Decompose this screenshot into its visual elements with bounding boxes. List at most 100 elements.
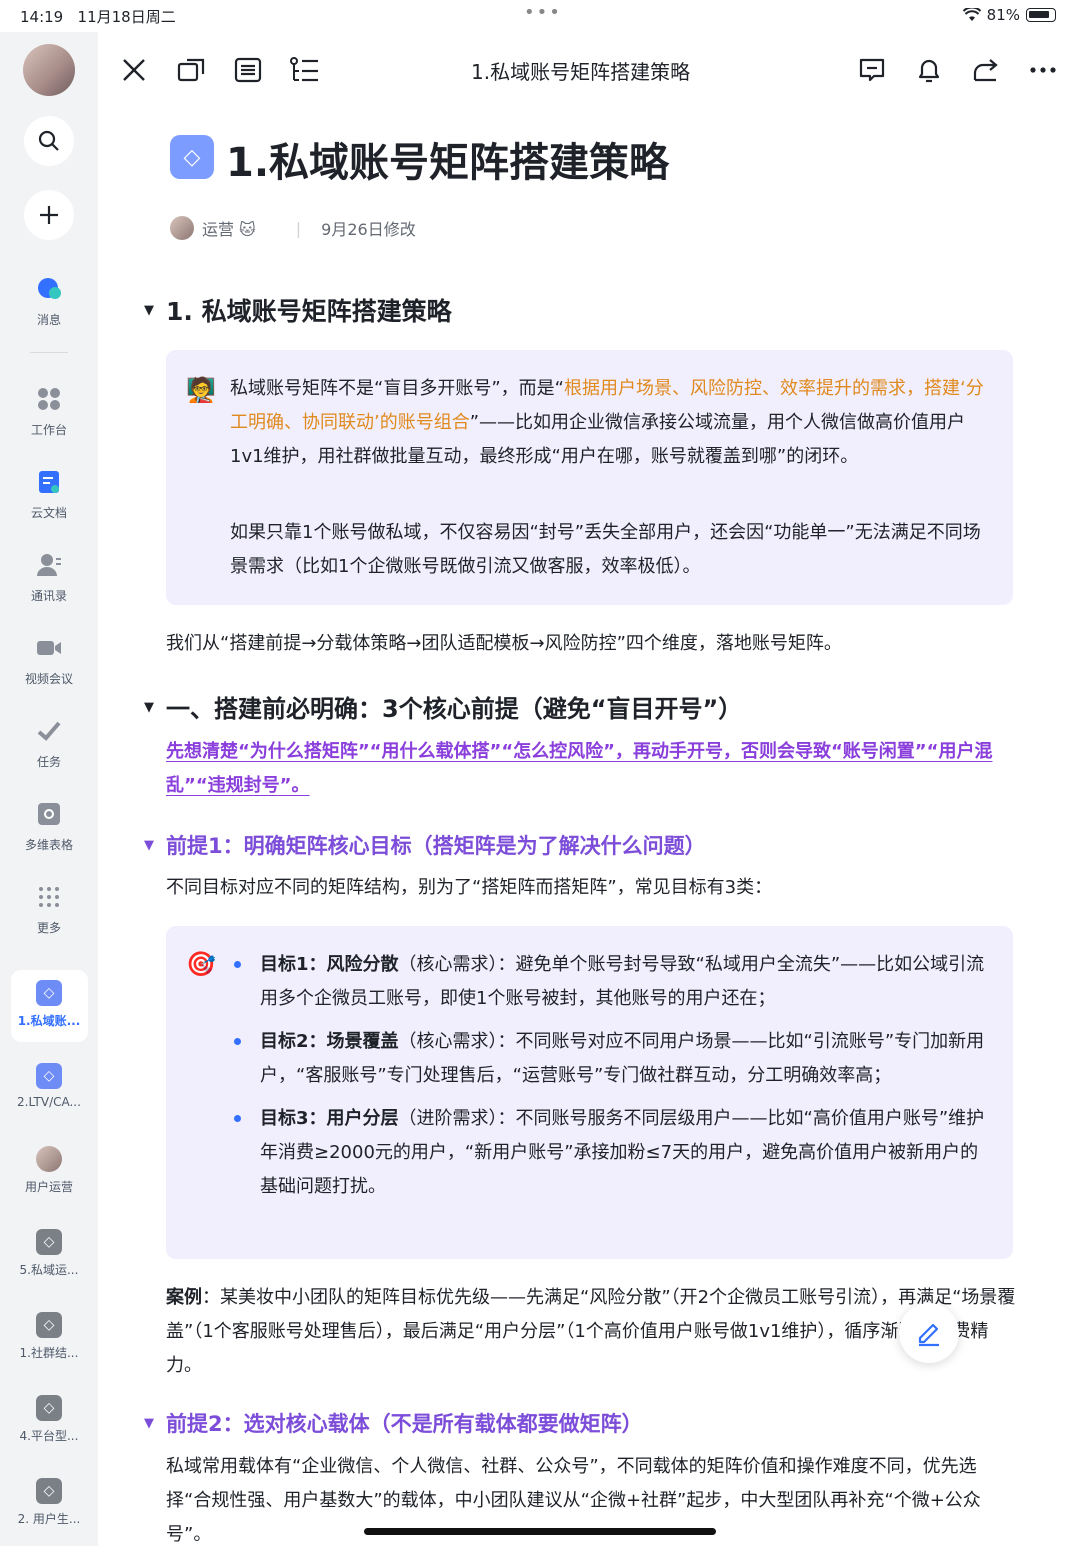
collapse-toggle-icon[interactable]: ▼ — [144, 1416, 154, 1431]
doc-meta: 运营 🐱 | 9月26日修改 — [170, 216, 416, 240]
collapse-toggle-icon[interactable]: ▼ — [144, 303, 154, 318]
close-icon — [123, 59, 145, 81]
author-avatar[interactable] — [170, 216, 194, 240]
home-indicator[interactable] — [364, 1528, 716, 1535]
sidebar-doc-item[interactable]: ◇ 2.LTV/CA... — [0, 1063, 98, 1109]
toc-button[interactable] — [289, 54, 321, 86]
target-emoji-icon: 🎯 — [186, 950, 216, 978]
meta-divider: | — [295, 218, 302, 238]
heading-2: 前提2：选对核心载体（不是所有载体都要做矩阵） — [166, 1412, 643, 1436]
window-icon — [177, 58, 205, 82]
avatar[interactable] — [23, 44, 75, 96]
document-icon — [39, 471, 59, 493]
sidebar: 消息 工作台 云文档 通讯录 视频会议 任务 多维表格 更多 ◇ 1.私域账..… — [0, 32, 98, 1546]
search-button[interactable] — [24, 116, 74, 166]
bullet-dot — [234, 1038, 241, 1045]
bullet-dot — [234, 1115, 241, 1122]
sidebar-item-bitable[interactable]: 多维表格 — [0, 801, 98, 853]
more-button[interactable] — [1027, 54, 1059, 86]
close-button[interactable] — [118, 54, 150, 86]
document-toolbar: 1.私域账号矩阵搭建策略 — [98, 32, 1080, 108]
grid-icon — [38, 388, 60, 410]
sidebar-item-label: 通讯录 — [30, 589, 67, 603]
sidebar-item-more[interactable]: 更多 — [0, 884, 98, 936]
add-button[interactable] — [24, 190, 74, 240]
intro-paragraph: 我们从“搭建前提→分载体策略→团队适配模板→风险防控”四个维度，落地账号矩阵。 — [166, 633, 842, 654]
sidebar-item-label: 云文档 — [30, 506, 67, 520]
sidebar-doc-item[interactable]: ◇ 2. 用户生... — [0, 1478, 98, 1527]
multitask-dots-icon[interactable]: ••• — [524, 2, 562, 23]
contacts-icon — [37, 554, 61, 576]
bullet-dot — [234, 961, 241, 968]
status-time: 14:19 11月18日周二 — [20, 8, 176, 26]
sidebar-doc-item[interactable]: ◇ 1.社群结... — [0, 1312, 98, 1361]
sidebar-item-label: 任务 — [36, 755, 61, 769]
list-icon — [234, 57, 262, 83]
outline-button[interactable] — [232, 54, 264, 86]
heading-2: 前提1：明确矩阵核心目标（搭矩阵是为了解决什么问题） — [166, 834, 706, 858]
sidebar-doc-item[interactable]: 用户运营 — [0, 1146, 98, 1195]
status-right: 81% — [962, 6, 1056, 24]
sidebar-doc-label: 5.私域运... — [19, 1263, 79, 1277]
sidebar-doc-label: 4.平台型... — [19, 1429, 79, 1443]
callout-block: 🎯 目标1：风险分散（核心需求）：避免单个账号封号导致“私域用户全流失”——比如… — [166, 926, 1013, 1259]
table-icon — [38, 803, 60, 825]
sidebar-doc-label: 2. 用户生... — [17, 1512, 81, 1526]
sidebar-doc-label: 1.社群结... — [19, 1346, 79, 1360]
collapse-toggle-icon[interactable]: ▼ — [144, 700, 154, 715]
sidebar-doc-item[interactable]: ◇ 1.私域账... — [0, 980, 98, 1029]
list-item: 目标2：场景覆盖（核心需求）：不同账号对应不同用户场景——比如“引流账号”专门加… — [234, 1025, 990, 1093]
collapse-toggle-icon[interactable]: ▼ — [144, 838, 154, 853]
sidebar-divider — [30, 352, 68, 353]
more-horizontal-icon — [1030, 67, 1056, 73]
tag-icon: ◇ — [36, 980, 62, 1006]
notification-button[interactable] — [913, 54, 945, 86]
sidebar-item-label: 视频会议 — [24, 672, 73, 686]
highlighted-note[interactable]: 先想清楚“为什么搭矩阵”“用什么载体搭”“怎么控风险”，再动手开号，否则会导致“… — [166, 735, 1016, 803]
tag-icon: ◇ — [36, 1312, 62, 1338]
author-name[interactable]: 运营 🐱 — [202, 216, 256, 240]
tag-icon: ◇ — [36, 1478, 62, 1504]
sidebar-item-label: 多维表格 — [24, 838, 73, 852]
sidebar-doc-label: 2.LTV/CA... — [17, 1095, 81, 1109]
comment-icon — [859, 58, 885, 82]
tag-icon: ◇ — [36, 1063, 62, 1089]
case-paragraph: 案例：某美妆中小团队的矩阵目标优先级——先满足“风险分散”（开2个企微员工账号引… — [166, 1287, 1016, 1376]
user-avatar-icon — [36, 1146, 62, 1172]
share-button[interactable] — [970, 54, 1002, 86]
tree-list-icon — [290, 57, 318, 82]
toolbar-title: 1.私域账号矩阵搭建策略 — [471, 60, 691, 84]
tag-icon: ◇ — [170, 135, 214, 179]
tag-icon: ◇ — [36, 1229, 62, 1255]
window-button[interactable] — [175, 54, 207, 86]
sidebar-item-label: 消息 — [36, 313, 61, 327]
chat-bubble-icon — [38, 278, 61, 299]
sidebar-item-docs[interactable]: 云文档 — [0, 469, 98, 521]
list-item: 目标1：风险分散（核心需求）：避免单个账号封号导致“私域用户全流失”——比如公域… — [234, 948, 990, 1016]
sidebar-doc-item[interactable]: ◇ 5.私域运... — [0, 1229, 98, 1278]
heading-1: 一、搭建前必明确：3个核心前提（避免“盲目开号”） — [166, 695, 743, 723]
battery-icon — [1026, 8, 1056, 22]
edit-button[interactable] — [899, 1303, 959, 1363]
sidebar-item-workbench[interactable]: 工作台 — [0, 386, 98, 438]
video-camera-icon — [37, 641, 61, 655]
wifi-icon — [962, 8, 981, 21]
sidebar-item-video[interactable]: 视频会议 — [0, 635, 98, 687]
status-bar: 14:19 11月18日周二 ••• 81% — [0, 0, 1080, 32]
battery-percent: 81% — [986, 6, 1020, 24]
callout-paragraph: 如果只靠1个账号做私域，不仅容易因“封号”丢失全部用户，还会因“功能单一”无法满… — [230, 522, 981, 577]
sidebar-item-label: 更多 — [36, 921, 61, 935]
sidebar-item-contacts[interactable]: 通讯录 — [0, 552, 98, 604]
sidebar-item-messages[interactable]: 消息 — [0, 276, 98, 328]
sidebar-item-tasks[interactable]: 任务 — [0, 718, 98, 770]
sidebar-doc-label: 1.私域账... — [17, 1014, 81, 1028]
sidebar-item-label: 工作台 — [30, 423, 67, 437]
tag-icon: ◇ — [36, 1395, 62, 1421]
search-icon — [38, 130, 59, 151]
pencil-icon — [918, 1323, 939, 1347]
modified-time: 9月26日修改 — [321, 220, 416, 239]
sidebar-doc-item[interactable]: ◇ 4.平台型... — [0, 1395, 98, 1444]
callout-block: 🧑‍🏫 私域账号矩阵不是“盲目多开账号”，而是“根据用户场景、风险防控、效率提升… — [166, 350, 1013, 605]
comments-button[interactable] — [856, 54, 888, 86]
teacher-emoji-icon: 🧑‍🏫 — [186, 376, 216, 404]
